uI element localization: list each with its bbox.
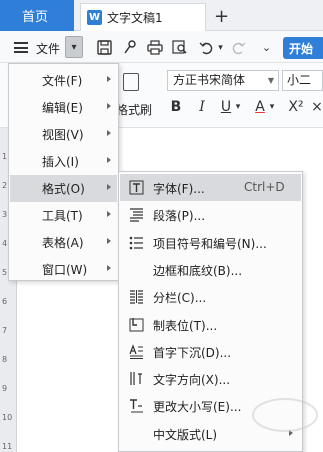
- format-menu-item-label: 段落(P)...: [153, 209, 206, 224]
- ruler-mark: 1: [2, 152, 8, 161]
- change-case-icon: [129, 398, 144, 413]
- tab-document[interactable]: W 文字文稿1: [80, 3, 206, 31]
- chevron-right-icon: [107, 103, 111, 109]
- underline-button[interactable]: U: [218, 97, 234, 117]
- format-menu-item[interactable]: 首字下沉(D)...: [120, 338, 301, 365]
- menu-item-label: 窗口(W): [42, 263, 88, 277]
- menu-item-label: 插入(I): [42, 155, 79, 169]
- more-dropdown-icon[interactable]: ⌄: [258, 39, 275, 56]
- site-watermark: [252, 398, 318, 432]
- paragraph-icon: [129, 207, 144, 222]
- main-menu: 文件(F) 编辑(E) 视图(V) 插入(I) 格式(O) 工具(T) 表格(A) 窗口(W): [8, 63, 119, 281]
- font-size-select[interactable]: 小二: [282, 70, 323, 91]
- font-name-select[interactable]: 方正书宋简体 ▼: [167, 70, 279, 91]
- ruler-mark: 9: [2, 384, 8, 393]
- ruler-mark: 5: [2, 268, 8, 277]
- menu-item[interactable]: 编辑(E): [10, 94, 117, 121]
- file-dropdown-button[interactable]: ▾: [65, 36, 83, 58]
- shortcut-label: Ctrl+D: [244, 180, 285, 194]
- menu-item[interactable]: 表格(A): [10, 229, 117, 256]
- format-painter-icon[interactable]: [123, 73, 139, 91]
- writer-doc-icon: W: [87, 10, 102, 25]
- ruler-mark: 10: [2, 413, 13, 422]
- ruler-mark: 6: [2, 297, 8, 306]
- menu-item[interactable]: 工具(T): [10, 202, 117, 229]
- drop-cap-icon: [129, 344, 144, 359]
- menu-item-label: 工具(T): [42, 209, 83, 223]
- format-menu-item[interactable]: 段落(P)...: [120, 201, 301, 228]
- print-icon[interactable]: [146, 39, 163, 56]
- menu-item[interactable]: 格式(O): [10, 175, 117, 202]
- format-menu-item-label: 项目符号和编号(N)...: [153, 236, 267, 251]
- format-menu-item-label: 文字方向(X)...: [153, 373, 231, 388]
- undo-dropdown-icon[interactable]: ▾: [212, 39, 229, 56]
- italic-button[interactable]: I: [194, 97, 210, 117]
- save-icon[interactable]: [96, 39, 113, 56]
- ruler-mark: 2: [2, 181, 8, 190]
- new-tab-button[interactable]: +: [214, 6, 229, 27]
- columns-icon: [129, 289, 144, 304]
- format-menu-item[interactable]: 分栏(C)...: [120, 283, 301, 310]
- chevron-right-icon: [107, 238, 111, 244]
- format-menu-item[interactable]: 文字方向(X)...: [120, 365, 301, 392]
- print-preview-icon[interactable]: [171, 39, 188, 56]
- text-direction-icon: [129, 371, 144, 386]
- ruler-mark: 11: [2, 442, 13, 451]
- chevron-right-icon: [107, 265, 111, 271]
- tab-document-label: 文字文稿1: [107, 11, 163, 25]
- chevron-right-icon: [107, 157, 111, 163]
- ruler-mark: 3: [2, 210, 8, 219]
- ruler-mark: 4: [2, 239, 8, 248]
- chevron-right-icon: [107, 184, 111, 190]
- format-menu-item-label: 边框和底纹(B)...: [153, 263, 243, 278]
- bullet-list-icon: [129, 235, 144, 250]
- format-menu-item[interactable]: 字体(F)... Ctrl+D: [120, 174, 301, 201]
- superscript-button[interactable]: X²: [286, 97, 306, 117]
- format-menu-item[interactable]: 制表位(T)...: [120, 311, 301, 338]
- underline-dropdown-icon[interactable]: ▾: [233, 97, 243, 117]
- redo-icon[interactable]: [230, 39, 247, 56]
- format-menu-item-label: 首字下沉(D)...: [153, 345, 232, 360]
- chevron-down-icon: ▼: [267, 76, 274, 85]
- format-brush-icon[interactable]: [121, 39, 138, 56]
- format-menu-item[interactable]: 项目符号和编号(N)...: [120, 229, 301, 256]
- menu-item[interactable]: 插入(I): [10, 148, 117, 175]
- chevron-right-icon: [107, 130, 111, 136]
- format-menu-item-label: 字体(F)...: [153, 182, 205, 196]
- hamburger-menu-icon[interactable]: [14, 42, 28, 53]
- format-menu-item[interactable]: 边框和底纹(B)...: [120, 256, 301, 283]
- menu-item[interactable]: 视图(V): [10, 121, 117, 148]
- chevron-right-icon: [107, 76, 111, 82]
- format-menu-item-label: 更改大小写(E)...: [153, 400, 242, 415]
- font-color-button[interactable]: A: [252, 97, 268, 117]
- menu-item-label: 表格(A): [42, 236, 84, 250]
- format-menu-item-label: 分栏(C)...: [153, 291, 207, 306]
- menu-item-label: 视图(V): [42, 128, 84, 142]
- clear-format-button[interactable]: ×: [311, 97, 323, 117]
- file-menu-button[interactable]: 文件: [36, 40, 60, 57]
- menu-item-label: 文件(F): [42, 74, 83, 88]
- chevron-right-icon: [107, 211, 111, 217]
- tab-home[interactable]: 首页: [0, 0, 74, 31]
- title-bar: 首页 W 文字文稿1 +: [0, 0, 323, 31]
- font-icon: [129, 180, 144, 195]
- font-color-dropdown-icon[interactable]: ▾: [267, 97, 277, 117]
- quick-toolbar: 文件 ▾ ▾ ⌄ 开始: [0, 31, 323, 63]
- menu-item-label: 格式(O): [42, 182, 85, 196]
- ruler-mark: 8: [2, 355, 8, 364]
- font-name-value: 方正书宋简体: [173, 73, 246, 87]
- bold-button[interactable]: B: [168, 97, 184, 117]
- ruler-mark: 7: [2, 326, 8, 335]
- format-painter-label[interactable]: 格式刷: [116, 101, 152, 118]
- menu-item-label: 编辑(E): [42, 101, 83, 115]
- menu-item[interactable]: 窗口(W): [10, 256, 117, 283]
- menu-item[interactable]: 文件(F): [10, 67, 117, 94]
- format-menu-item-label: 中文版式(L): [153, 427, 218, 442]
- tab-stop-icon: [129, 317, 144, 332]
- start-tab-button[interactable]: 开始: [283, 37, 323, 59]
- format-menu-item-label: 制表位(T)...: [153, 318, 218, 333]
